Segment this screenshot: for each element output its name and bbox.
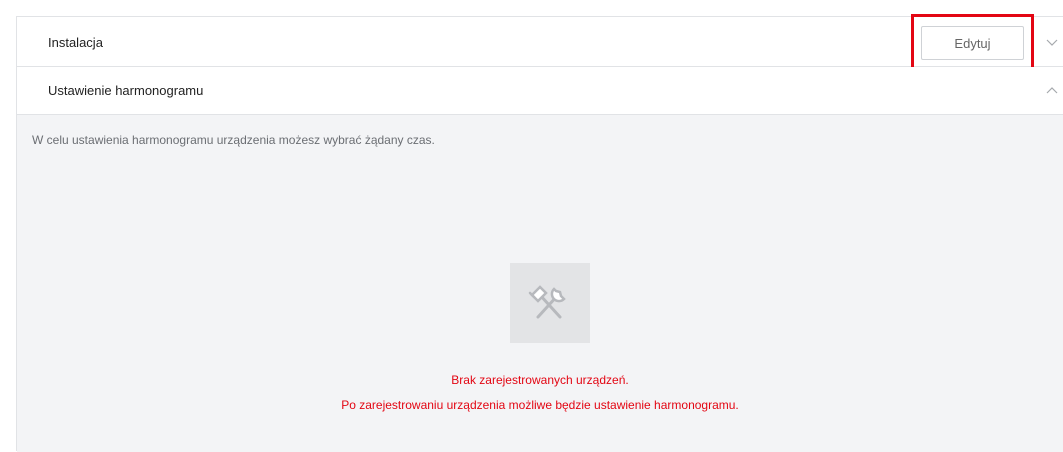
schedule-section-content: W celu ustawienia harmonogramu urządzeni… [17, 115, 1063, 452]
installation-title: Instalacja [48, 35, 103, 50]
empty-state-message: Brak zarejestrowanych urządzeń. [451, 373, 629, 387]
schedule-section-header[interactable]: Ustawienie harmonogramu [17, 67, 1063, 115]
schedule-title: Ustawienie harmonogramu [48, 83, 204, 98]
edit-button[interactable]: Edytuj [921, 26, 1024, 60]
tools-icon [510, 263, 590, 343]
chevron-up-icon[interactable] [1041, 80, 1063, 102]
empty-state-hint: Po zarejestrowaniu urządzenia możliwe bę… [341, 398, 739, 412]
chevron-down-icon[interactable] [1041, 31, 1063, 53]
settings-panel: Instalacja Edytuj Ustawienie harmonogram… [16, 14, 1063, 452]
schedule-description: W celu ustawienia harmonogramu urządzeni… [32, 133, 435, 147]
installation-section-header[interactable]: Instalacja Edytuj [17, 14, 1063, 71]
